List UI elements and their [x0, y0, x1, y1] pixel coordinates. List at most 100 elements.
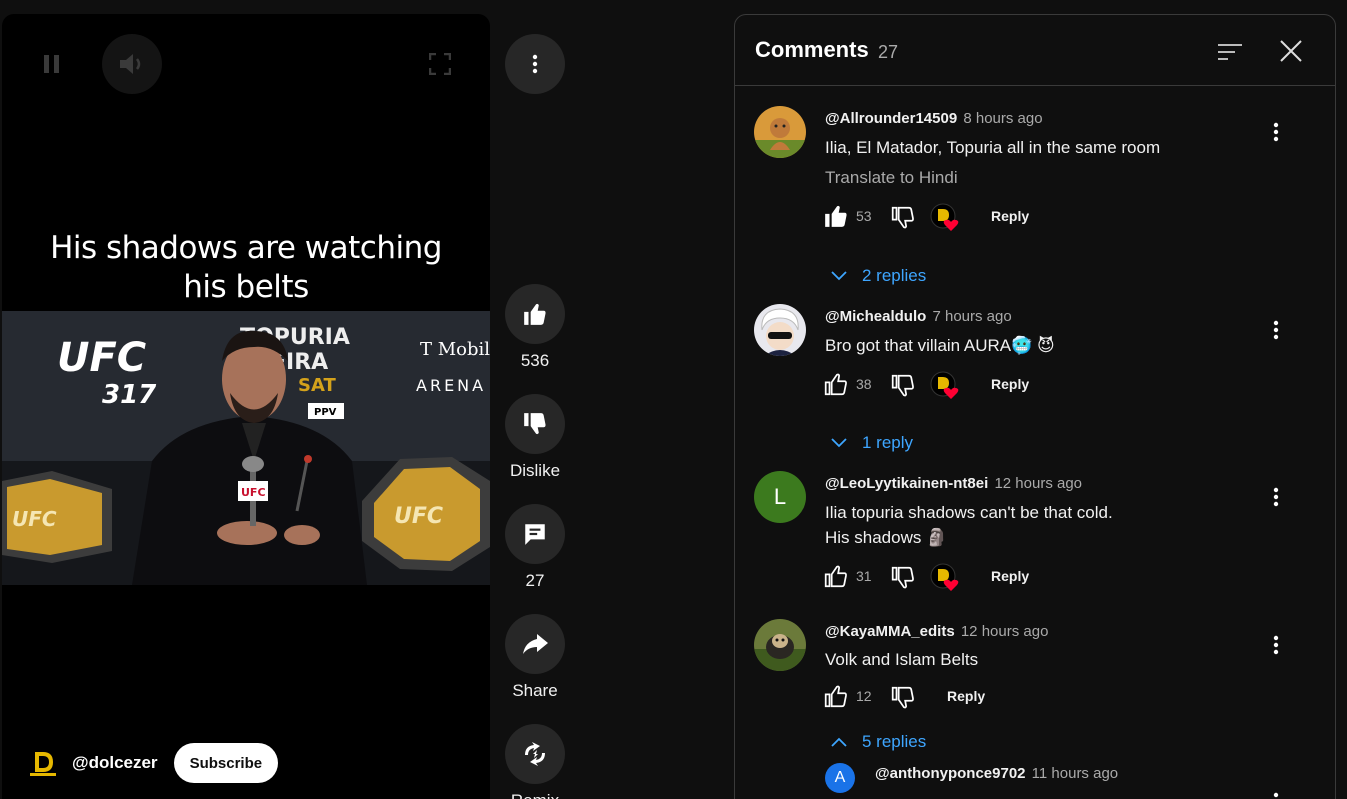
- comment-text-line: His shadows 🗿: [825, 528, 948, 547]
- reply-button[interactable]: Reply: [991, 376, 1029, 392]
- comment-text-line: Ilia topuria shadows can't be that cold.: [825, 503, 1113, 522]
- comment-meta: @Allrounder14509 8 hours ago: [825, 110, 1043, 127]
- thumbs-up-icon[interactable]: [823, 683, 849, 709]
- sort-comments-button[interactable]: [1215, 37, 1245, 67]
- comment-menu-button[interactable]: [1265, 632, 1287, 658]
- ufc-number-text: 317: [102, 380, 157, 410]
- caption-line-2: his belts: [183, 269, 309, 305]
- remix-button[interactable]: [505, 724, 565, 784]
- belt-left-text: UFC: [12, 507, 57, 531]
- fullscreen-icon: [429, 53, 451, 75]
- share-button[interactable]: [505, 614, 565, 674]
- thumbs-up-icon[interactable]: [823, 563, 849, 589]
- comments-button[interactable]: [505, 504, 565, 564]
- thumbs-up-filled-icon[interactable]: [823, 203, 849, 229]
- dislike-button[interactable]: [505, 394, 565, 454]
- commenter-avatar[interactable]: [754, 106, 806, 158]
- hide-replies-button[interactable]: 5 replies: [830, 730, 926, 754]
- channel-row: @dolcezer Subscribe: [26, 743, 279, 783]
- comment-toolbar: 53 Reply: [823, 203, 1223, 233]
- fullscreen-button[interactable]: [420, 49, 460, 79]
- comment-author[interactable]: @KayaMMA_edits: [825, 623, 955, 640]
- creator-heart-icon: [930, 371, 959, 399]
- comments-header: Comments 27: [735, 15, 1335, 86]
- like-button[interactable]: [505, 284, 565, 344]
- reply-meta: @anthonyponce9702 11 hours ago: [875, 765, 1118, 782]
- comment-time[interactable]: 7 hours ago: [932, 308, 1011, 325]
- reply-menu-button[interactable]: [1265, 789, 1287, 799]
- comments-total: 27: [878, 42, 899, 62]
- thumbs-down-icon[interactable]: [890, 565, 916, 591]
- reply-author[interactable]: @anthonyponce9702: [875, 765, 1026, 782]
- comment-toolbar: 38 Reply: [823, 371, 1223, 401]
- commenter-avatar[interactable]: [754, 304, 806, 356]
- comment-meta: @KayaMMA_edits 12 hours ago: [825, 623, 1048, 640]
- comment-meta: @LeoLyytikainen-nt8ei 12 hours ago: [825, 475, 1082, 492]
- chevron-down-icon: [831, 438, 847, 448]
- reply-button[interactable]: Reply: [991, 568, 1029, 584]
- comment-author[interactable]: @Allrounder14509: [825, 110, 957, 127]
- ufc-logo-text: UFC: [57, 335, 146, 381]
- thumbs-down-icon[interactable]: [890, 685, 916, 711]
- pause-icon: [44, 55, 59, 73]
- thumbs-down-icon[interactable]: [890, 373, 916, 399]
- comment-toolbar: 12 Reply: [823, 683, 1223, 713]
- avatar-image: [754, 304, 806, 356]
- channel-logo[interactable]: [26, 746, 60, 780]
- pause-button[interactable]: [32, 49, 72, 79]
- comments-count: 27: [525, 571, 545, 590]
- commenter-avatar[interactable]: L: [754, 471, 806, 523]
- comment-menu-button[interactable]: [1265, 119, 1287, 145]
- comment-author[interactable]: @LeoLyytikainen-nt8ei: [825, 475, 988, 492]
- channel-name[interactable]: @dolcezer: [72, 753, 158, 773]
- comment-time[interactable]: 12 hours ago: [961, 623, 1049, 640]
- more-vertical-icon: [1273, 635, 1279, 655]
- more-vertical-icon: [1273, 487, 1279, 507]
- translate-link[interactable]: Translate to Hindi: [825, 168, 958, 188]
- comment-like-count: 31: [856, 568, 872, 584]
- thumbs-down-icon: [524, 413, 546, 435]
- comment-time[interactable]: 12 hours ago: [994, 475, 1082, 492]
- view-replies-button[interactable]: 1 reply: [830, 431, 913, 455]
- press-conference-scene: UFC 317 TOPURIA VEIRA SAT PPV T Mobile A…: [2, 311, 490, 585]
- replies-count: 2 replies: [862, 266, 927, 285]
- chevron-down-icon: [831, 271, 847, 281]
- more-vertical-icon: [1273, 792, 1279, 798]
- sort-icon: [1218, 44, 1242, 60]
- shorts-action-bar: 536 Dislike 27 Share Remix: [490, 0, 580, 799]
- like-count: 536: [520, 351, 550, 370]
- more-vertical-icon: [532, 54, 538, 74]
- comment-text: Bro got that villain AURA🥶 😈: [825, 336, 1055, 355]
- shorts-video-player[interactable]: His shadows are watching his belts UFC 3…: [2, 14, 490, 799]
- subscribe-button[interactable]: Subscribe: [173, 743, 279, 783]
- view-replies-button[interactable]: 2 replies: [830, 264, 926, 288]
- reply-button[interactable]: Reply: [991, 208, 1029, 224]
- comment-author[interactable]: @Michealdulo: [825, 308, 926, 325]
- reply-button[interactable]: Reply: [947, 688, 985, 704]
- comment-time[interactable]: 8 hours ago: [963, 110, 1042, 127]
- reply-avatar[interactable]: A: [825, 763, 855, 793]
- volume-button[interactable]: [102, 34, 162, 94]
- replies-count: 1 reply: [862, 433, 914, 452]
- comment-toolbar: 31 Reply: [823, 563, 1223, 593]
- more-actions-button[interactable]: [505, 34, 565, 94]
- comment-menu-button[interactable]: [1265, 317, 1287, 343]
- thumbs-down-icon[interactable]: [890, 205, 916, 231]
- comment-like-count: 53: [856, 208, 872, 224]
- comment-menu-button[interactable]: [1265, 484, 1287, 510]
- thumbs-up-icon: [524, 303, 546, 325]
- reply-time[interactable]: 11 hours ago: [1032, 765, 1118, 782]
- creator-heart-icon: [930, 203, 959, 231]
- video-caption: His shadows are watching his belts: [2, 229, 490, 307]
- share-label: Share: [512, 681, 558, 700]
- close-icon: [1280, 40, 1302, 62]
- comment-icon: [525, 524, 545, 545]
- creator-heart-icon: [930, 563, 959, 591]
- commenter-avatar[interactable]: [754, 619, 806, 671]
- backdrop-sat: SAT: [298, 375, 336, 396]
- chevron-up-icon: [831, 737, 847, 747]
- more-vertical-icon: [1273, 122, 1279, 142]
- close-comments-button[interactable]: [1275, 35, 1307, 67]
- thumbs-up-icon[interactable]: [823, 371, 849, 397]
- replies-count: 5 replies: [862, 732, 927, 751]
